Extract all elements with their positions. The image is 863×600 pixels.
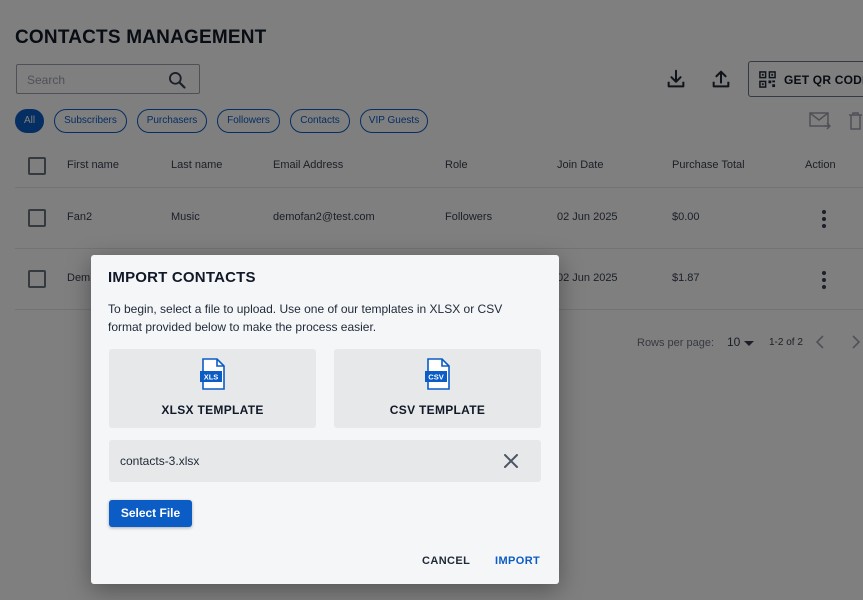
dialog-title: IMPORT CONTACTS [108,269,256,286]
cancel-button[interactable]: CANCEL [422,555,470,567]
dialog-description: To begin, select a file to upload. Use o… [108,302,503,334]
import-contacts-dialog: IMPORT CONTACTS To begin, select a file … [91,255,559,584]
selected-file-name: contacts-3.xlsx [120,454,200,468]
selected-file-row: contacts-3.xlsx [109,440,541,482]
csv-template-button[interactable]: CSV CSV TEMPLATE [334,349,541,428]
select-file-button[interactable]: Select File [109,500,192,527]
xls-badge: XLS [204,373,219,382]
xlsx-template-label: XLSX TEMPLATE [161,403,264,417]
csv-template-label: CSV TEMPLATE [389,403,486,417]
import-button[interactable]: IMPORT [495,555,540,567]
csv-file-icon: CSV [425,358,450,390]
xls-file-icon: XLS [200,358,225,390]
close-icon[interactable] [503,453,519,469]
csv-badge: CSV [428,373,443,382]
xlsx-template-button[interactable]: XLS XLSX TEMPLATE [109,349,316,428]
